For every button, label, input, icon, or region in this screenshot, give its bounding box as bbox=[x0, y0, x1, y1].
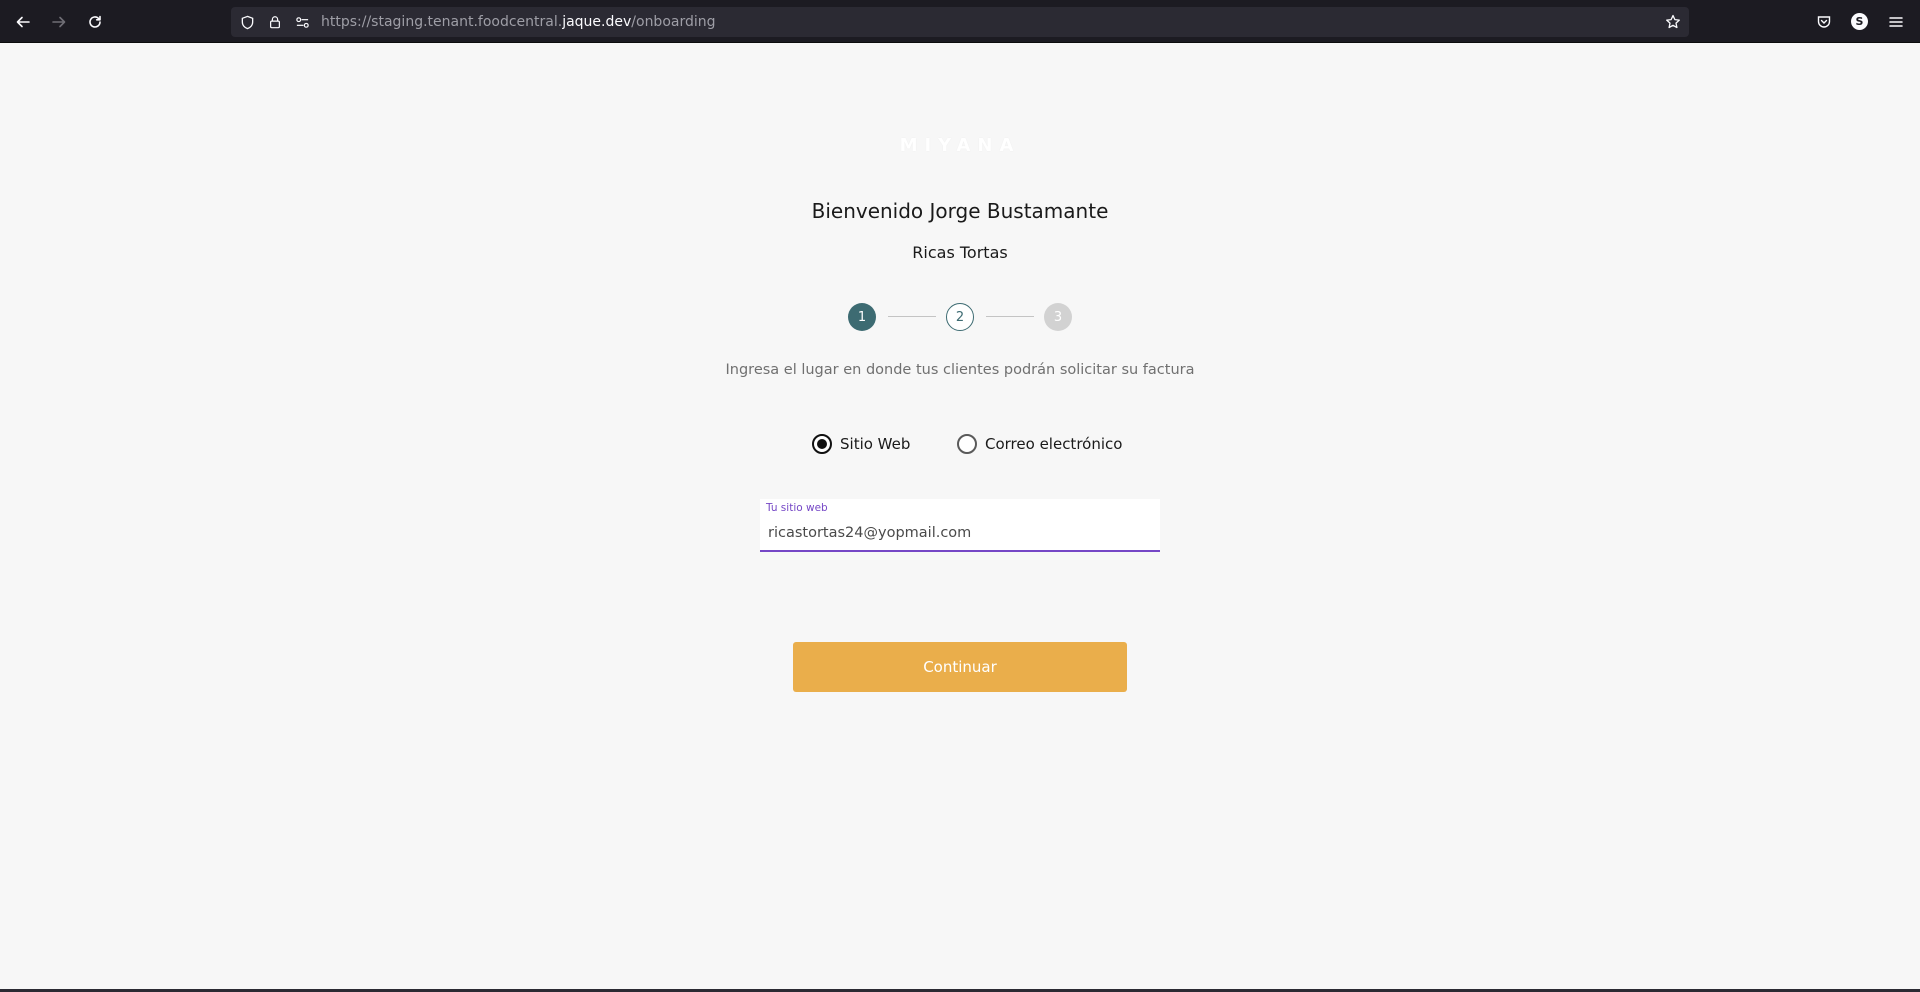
onboarding-stepper: 1 2 3 bbox=[848, 303, 1072, 331]
step-2: 2 bbox=[946, 303, 974, 331]
field-label: Tu sitio web bbox=[766, 502, 828, 514]
lock-icon[interactable] bbox=[267, 14, 283, 30]
option-label: Sitio Web bbox=[840, 435, 911, 453]
pocket-icon bbox=[1817, 16, 1831, 28]
reload-icon bbox=[89, 15, 101, 28]
option-sitio-web[interactable]: Sitio Web bbox=[812, 433, 910, 455]
shield-icon[interactable] bbox=[239, 14, 255, 30]
browser-toolbar: https://staging.tenant.foodcentral.jaque… bbox=[0, 0, 1920, 43]
miyana-logo: MIYANA bbox=[899, 135, 1021, 156]
arrow-right-icon bbox=[52, 16, 66, 28]
menu-button[interactable] bbox=[1883, 9, 1909, 35]
pocket-button[interactable] bbox=[1811, 9, 1837, 35]
step-3: 3 bbox=[1044, 303, 1072, 331]
arrow-left-icon bbox=[16, 16, 30, 28]
instruction-text: Ingresa el lugar en donde tus clientes p… bbox=[725, 362, 1195, 378]
welcome-heading: Bienvenido Jorge Bustamante bbox=[811, 199, 1109, 223]
page-viewport: MIYANA Bienvenido Jorge Bustamante Ricas… bbox=[0, 43, 1920, 989]
step-1: 1 bbox=[848, 303, 876, 331]
permissions-icon[interactable] bbox=[294, 14, 310, 30]
radio-unchecked-icon[interactable] bbox=[957, 434, 977, 454]
website-input[interactable] bbox=[760, 519, 1160, 547]
url-path: /onboarding bbox=[631, 14, 716, 30]
url-text[interactable]: https://staging.tenant.foodcentral.jaque… bbox=[321, 14, 716, 30]
back-button[interactable] bbox=[10, 9, 36, 35]
continue-button[interactable]: Continuar bbox=[793, 642, 1127, 692]
bookmark-star-icon[interactable] bbox=[1665, 14, 1681, 30]
account-avatar[interactable]: S bbox=[1851, 13, 1868, 30]
option-label: Correo electrónico bbox=[985, 435, 1123, 453]
url-bar[interactable]: https://staging.tenant.foodcentral.jaque… bbox=[231, 7, 1689, 37]
url-prefix: https://staging.tenant.foodcentral. bbox=[321, 14, 563, 30]
step-connector bbox=[986, 316, 1034, 317]
hamburger-menu-icon bbox=[1889, 17, 1903, 27]
reload-button[interactable] bbox=[82, 9, 108, 35]
company-name: Ricas Tortas bbox=[912, 243, 1008, 262]
option-correo-electronico[interactable]: Correo electrónico bbox=[957, 433, 1122, 455]
website-field[interactable]: Tu sitio web bbox=[760, 499, 1160, 552]
url-host: jaque.dev bbox=[562, 14, 632, 30]
radio-checked-icon[interactable] bbox=[812, 434, 832, 454]
step-connector bbox=[888, 316, 936, 317]
forward-button[interactable] bbox=[46, 9, 72, 35]
